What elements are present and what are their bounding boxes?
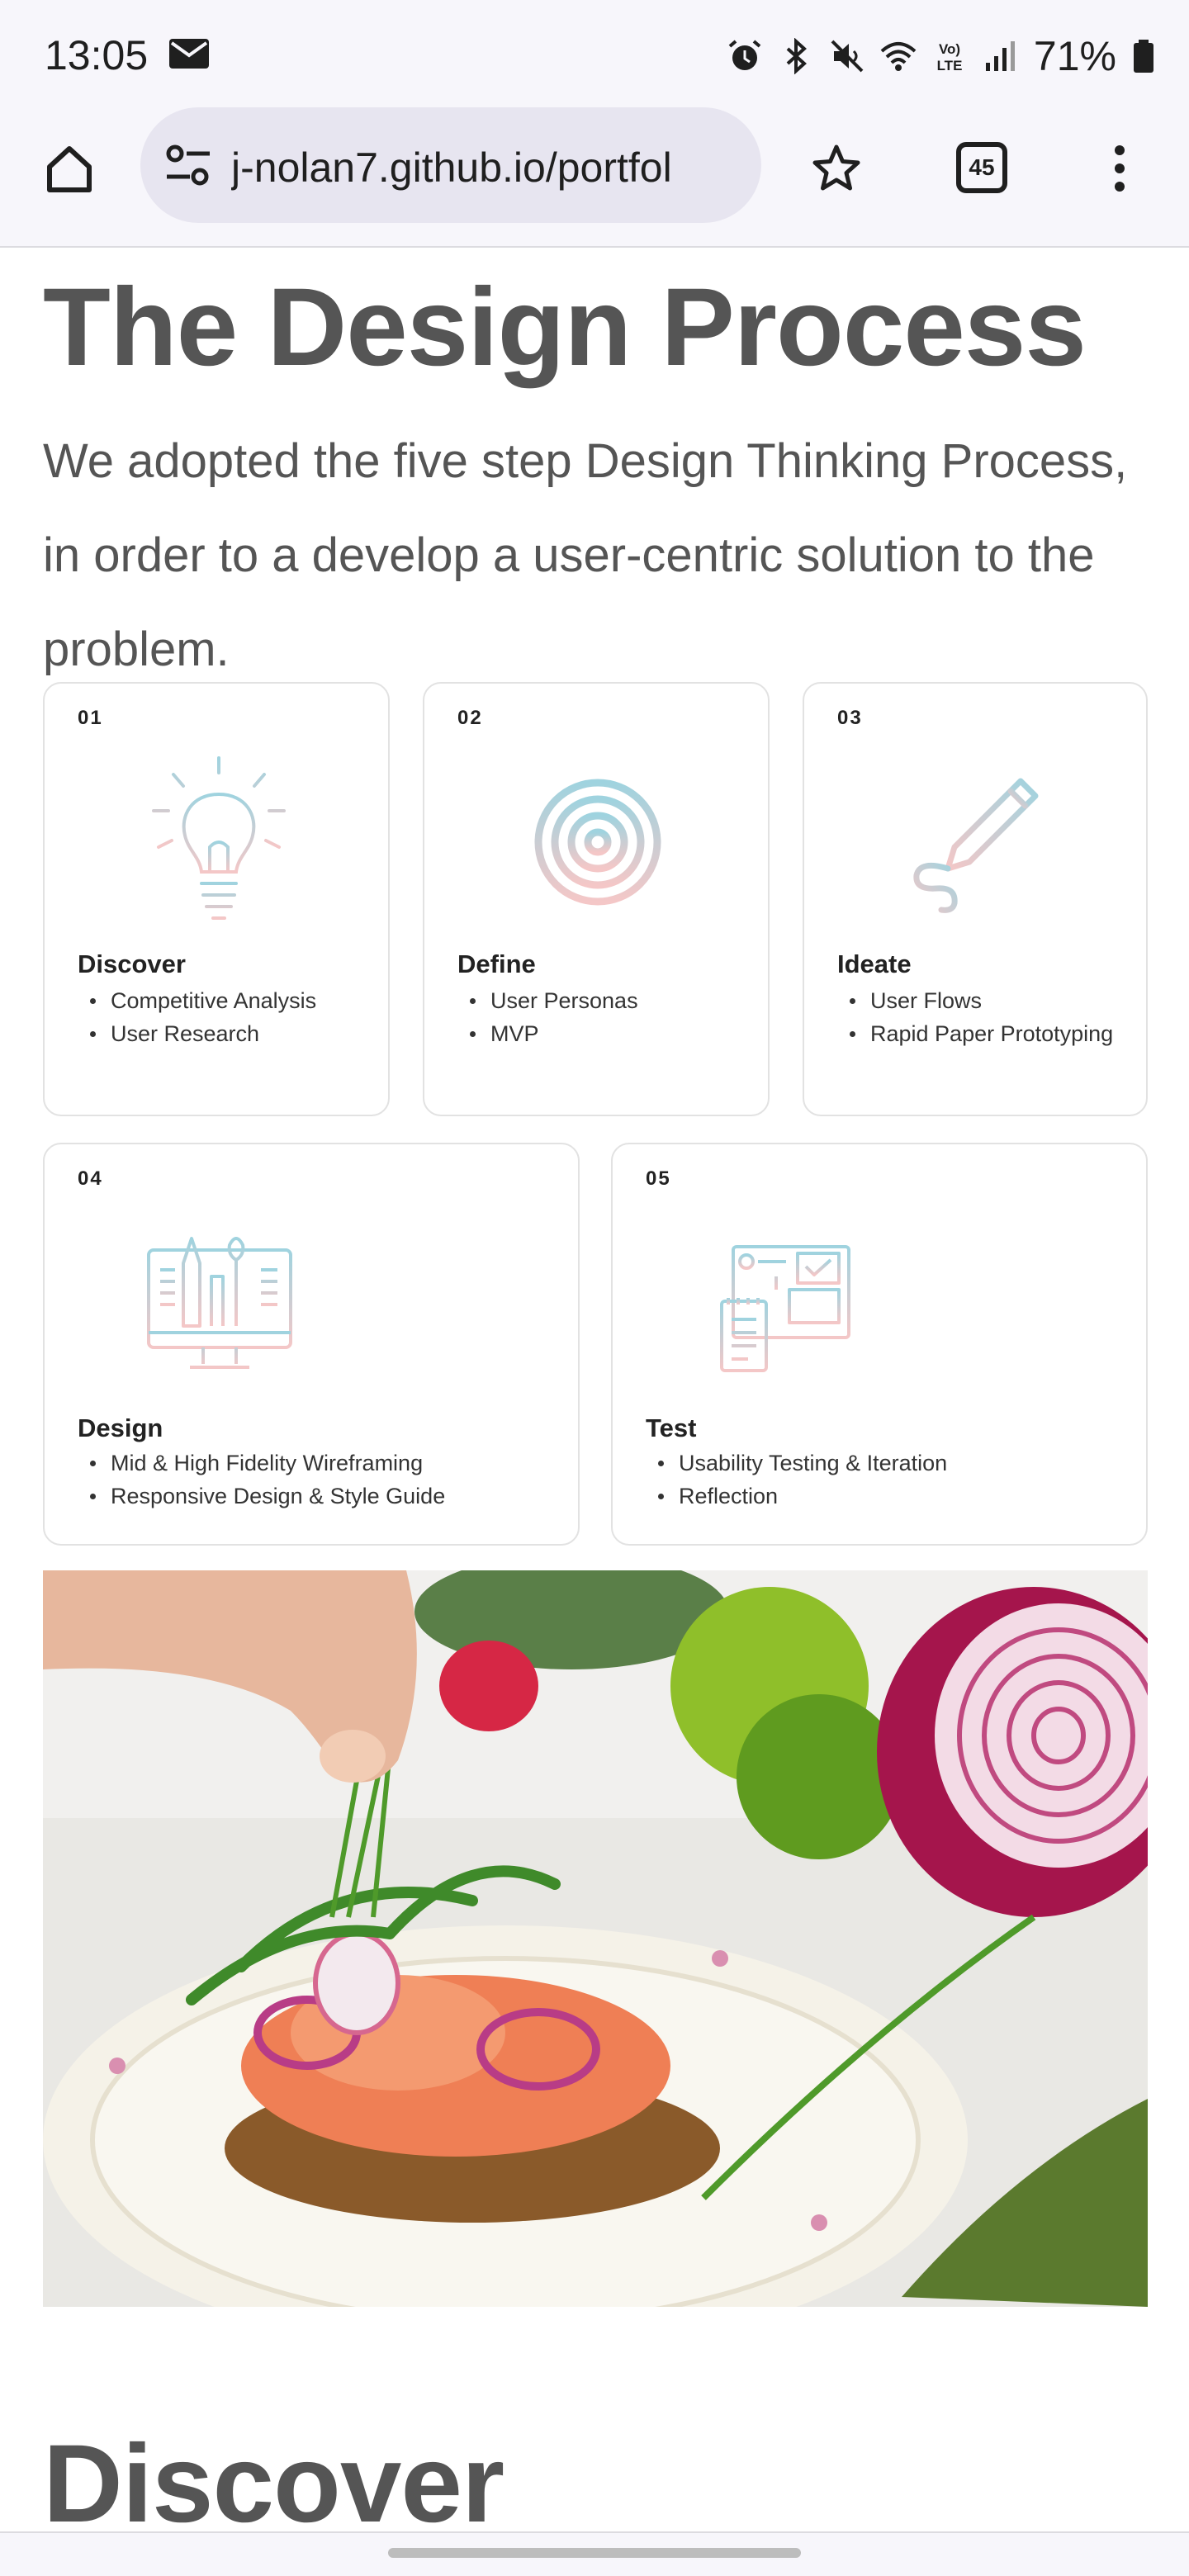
pen-icon [913,778,1039,913]
more-menu-icon[interactable] [1103,135,1136,201]
tab-count: 45 [969,154,995,180]
address-bar[interactable]: j-nolan7.github.io/portfol [140,107,761,223]
step-title: Ideate [837,949,912,978]
target-icon [534,779,661,906]
list-item: User Personas [457,984,638,1017]
list-item: Usability Testing & Iteration [646,1447,947,1480]
step-number: 01 [78,707,103,729]
tabs-button[interactable]: 45 [956,142,1007,193]
bookmark-star-icon [812,144,860,191]
list-item: Reflection [646,1480,947,1513]
step-card-define: 02 Define User Personas MVP [423,682,770,1116]
list-item: Rapid Paper Prototyping [837,1017,1118,1050]
list-item: Responsive Design & Style Guide [78,1480,445,1513]
step-number: 05 [646,1167,671,1190]
step-card-discover: 01 Discover Competitive Analysis User Re… [43,682,390,1116]
list-item: Competitive Analysis [78,984,316,1017]
step-card-design: 04 Design Mid & High Fidelity Wireframin… [43,1143,580,1546]
step-title: Define [457,949,536,978]
svg-text:Vo): Vo) [939,41,960,57]
status-time: 13:05 [45,32,149,78]
list-item: User Flows [837,984,1118,1017]
alarm-icon [728,40,761,70]
lightbulb-icon [152,756,286,920]
svg-text:LTE: LTE [936,58,962,73]
step-items: Mid & High Fidelity Wireframing Responsi… [78,1447,445,1513]
page-title: The Design Process [43,266,1087,389]
step-title: Discover [78,949,186,978]
intro-text: We adopted the five step Design Thinking… [43,434,1128,676]
battery-icon [1134,40,1153,73]
gesture-handle[interactable] [388,2548,801,2558]
step-items: Usability Testing & Iteration Reflection [646,1447,947,1513]
step-title: Design [78,1413,163,1442]
bookmark-button[interactable] [808,135,865,201]
food-photo [43,1570,1148,2307]
list-item: MVP [457,1017,638,1050]
step-items: Competitive Analysis User Research [78,984,316,1050]
step-items: User Flows Rapid Paper Prototyping [837,984,1118,1050]
status-bar: 13:05 Vo) LTE 71% [0,0,1189,102]
step-items: User Personas MVP [457,984,638,1050]
step-title: Test [646,1413,697,1442]
step-number: 04 [78,1167,103,1190]
step-number: 02 [457,707,483,729]
step-card-test: 05 Test Usability Testing & Iteration Re… [611,1143,1148,1546]
list-item: User Research [78,1017,316,1050]
list-item: Mid & High Fidelity Wireframing [78,1447,445,1480]
home-icon [47,146,92,192]
wireframe-test-icon [720,1245,850,1372]
volte-icon: Vo) LTE [936,41,962,73]
wifi-icon [880,42,917,71]
mail-icon [169,39,209,69]
bluetooth-icon [786,38,807,74]
url-text[interactable]: j-nolan7.github.io/portfol [231,144,743,192]
battery-percent: 71% [1033,33,1116,79]
mute-icon [831,40,864,73]
section-title: Discover [43,2422,504,2545]
home-button[interactable] [36,135,102,201]
step-card-ideate: 03 Ideate User Flows Rapid Paper Prototy… [803,682,1148,1116]
status-icons: Vo) LTE 71% [727,31,1156,81]
signal-icon [985,41,1015,71]
browser-toolbar: j-nolan7.github.io/portfol 45 [0,102,1189,248]
design-monitor-icon [147,1237,292,1369]
step-number: 03 [837,707,863,729]
site-settings-icon[interactable] [165,144,211,187]
